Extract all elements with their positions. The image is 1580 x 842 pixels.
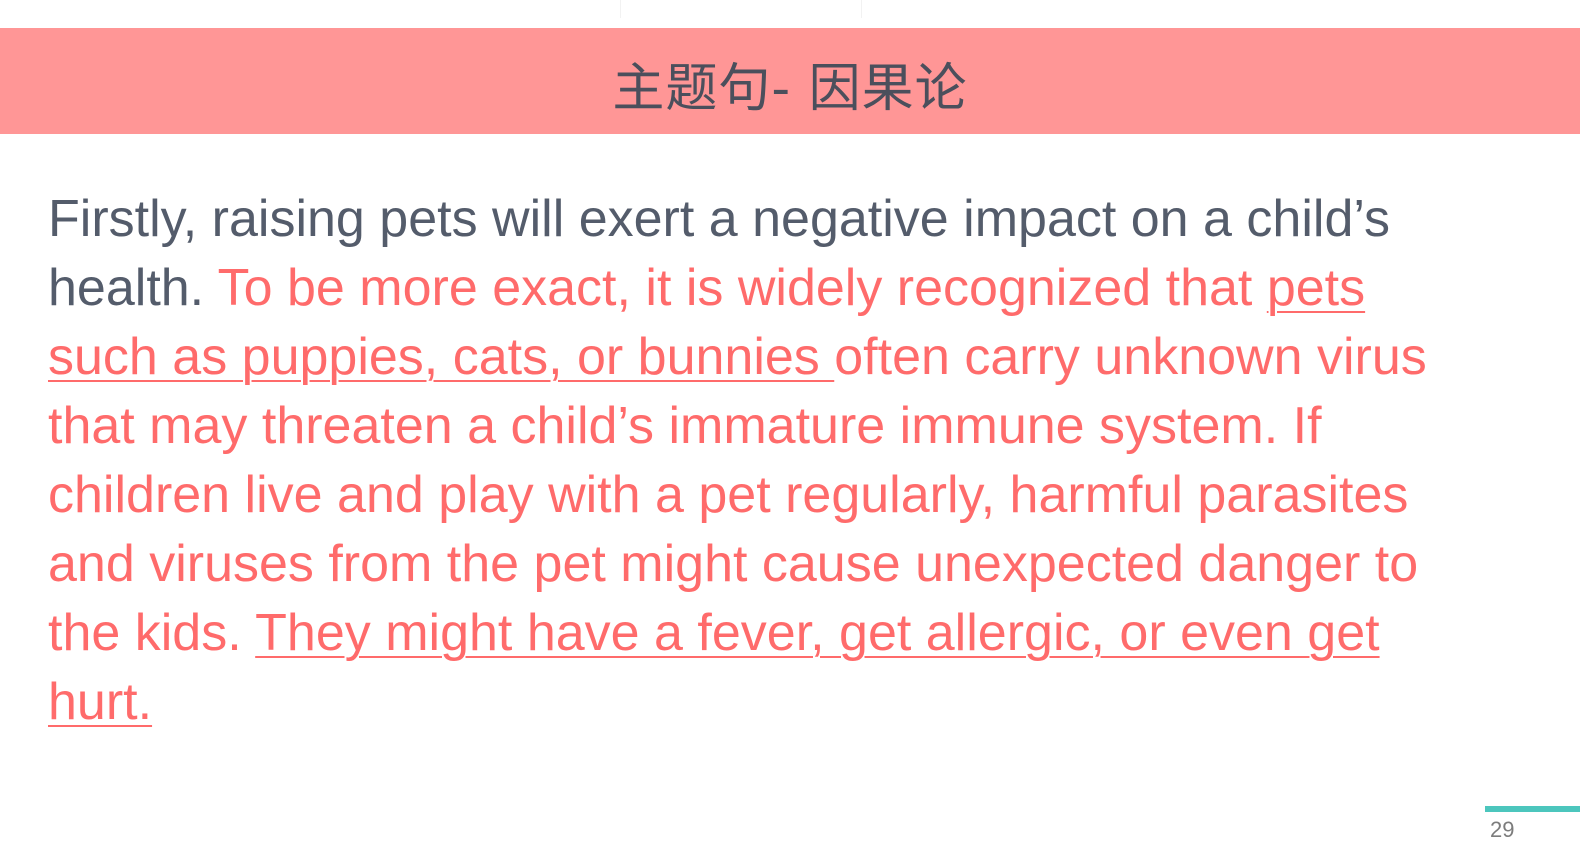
title-bar: 主题句- 因果论 bbox=[0, 28, 1580, 134]
top-faint-divider bbox=[620, 0, 862, 18]
page-number: 29 bbox=[1490, 817, 1515, 842]
slide-title: 主题句- 因果论 bbox=[612, 58, 968, 119]
body-paragraph: Firstly, raising pets will exert a negat… bbox=[48, 185, 1488, 737]
support-intro: To be more exact, it is widely recognize… bbox=[217, 259, 1267, 317]
footer-accent-line bbox=[1485, 806, 1580, 812]
